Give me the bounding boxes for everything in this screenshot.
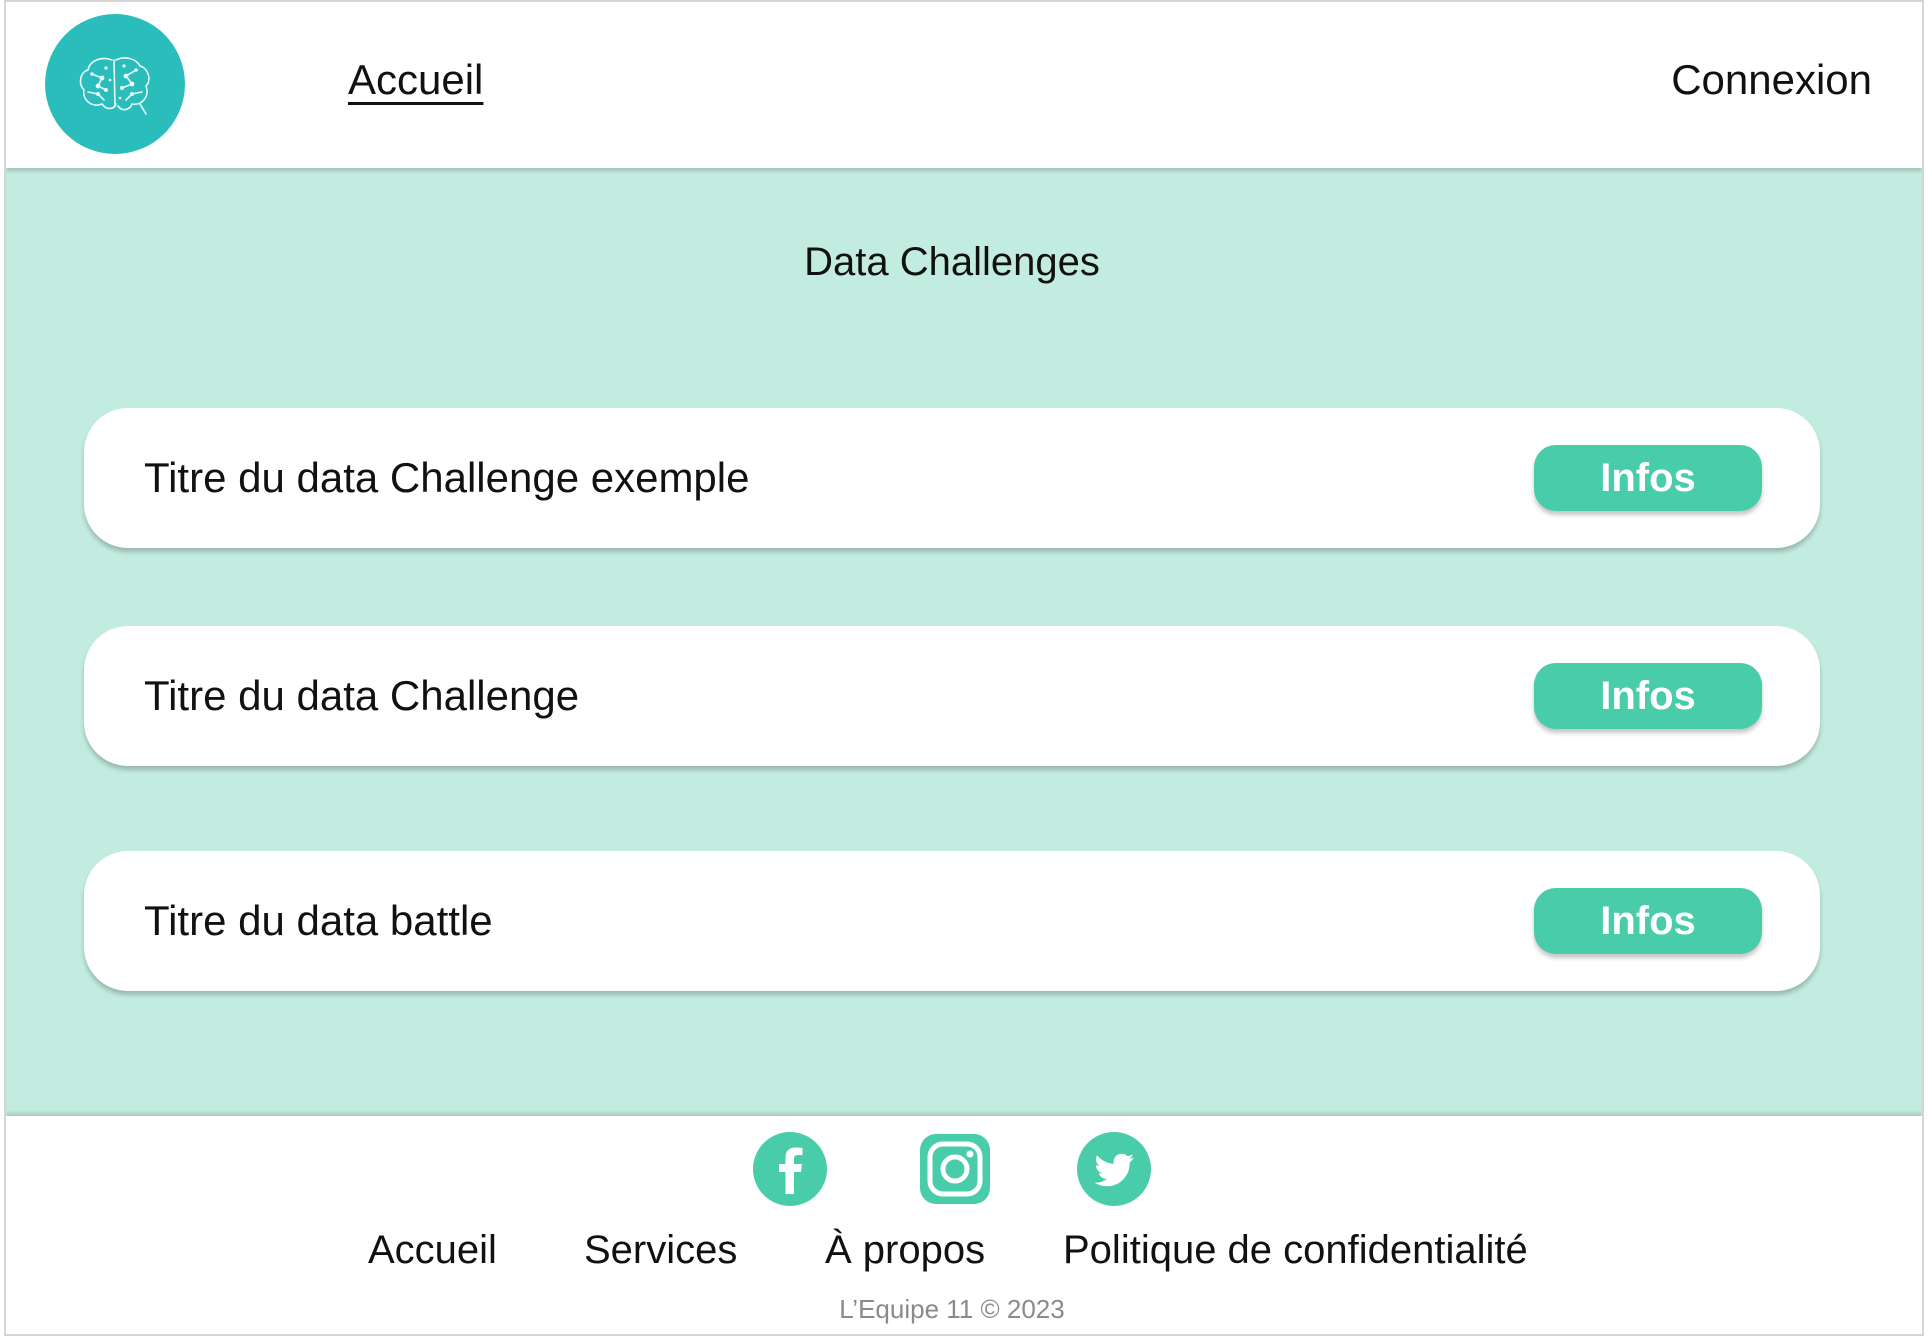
twitter-icon[interactable] — [1077, 1132, 1151, 1206]
challenge-card: Titre du data battle Infos — [84, 851, 1820, 991]
challenge-card: Titre du data Challenge exemple Infos — [84, 408, 1820, 548]
footer-link-accueil[interactable]: Accueil — [368, 1228, 497, 1273]
logo[interactable] — [45, 14, 185, 154]
facebook-icon[interactable] — [753, 1132, 827, 1206]
footer: Accueil Services À propos Politique de c… — [6, 1116, 1922, 1334]
challenge-title: Titre du data Challenge — [144, 672, 580, 719]
footer-link-a-propos[interactable]: À propos — [825, 1228, 985, 1273]
challenge-title: Titre du data Challenge exemple — [144, 454, 750, 501]
instagram-icon[interactable] — [918, 1132, 992, 1206]
infos-button[interactable]: Infos — [1534, 445, 1762, 511]
nav-home-link[interactable]: Accueil — [348, 56, 483, 104]
app-frame: Accueil Connexion Data Challenges Titre … — [4, 0, 1924, 1336]
copyright: L’Equipe 11 © 2023 — [839, 1294, 1065, 1324]
challenge-title: Titre du data battle — [144, 897, 493, 944]
footer-link-privacy[interactable]: Politique de confidentialité — [1063, 1228, 1528, 1273]
header: Accueil Connexion — [6, 2, 1922, 168]
page-title: Data Challenges — [804, 240, 1100, 284]
challenge-card: Titre du data Challenge Infos — [84, 626, 1820, 766]
footer-link-services[interactable]: Services — [584, 1228, 737, 1273]
brain-icon — [79, 57, 150, 115]
nav-login-link[interactable]: Connexion — [1671, 56, 1872, 104]
main-content: Data Challenges Titre du data Challenge … — [6, 168, 1922, 1116]
infos-button[interactable]: Infos — [1534, 888, 1762, 954]
infos-button[interactable]: Infos — [1534, 663, 1762, 729]
